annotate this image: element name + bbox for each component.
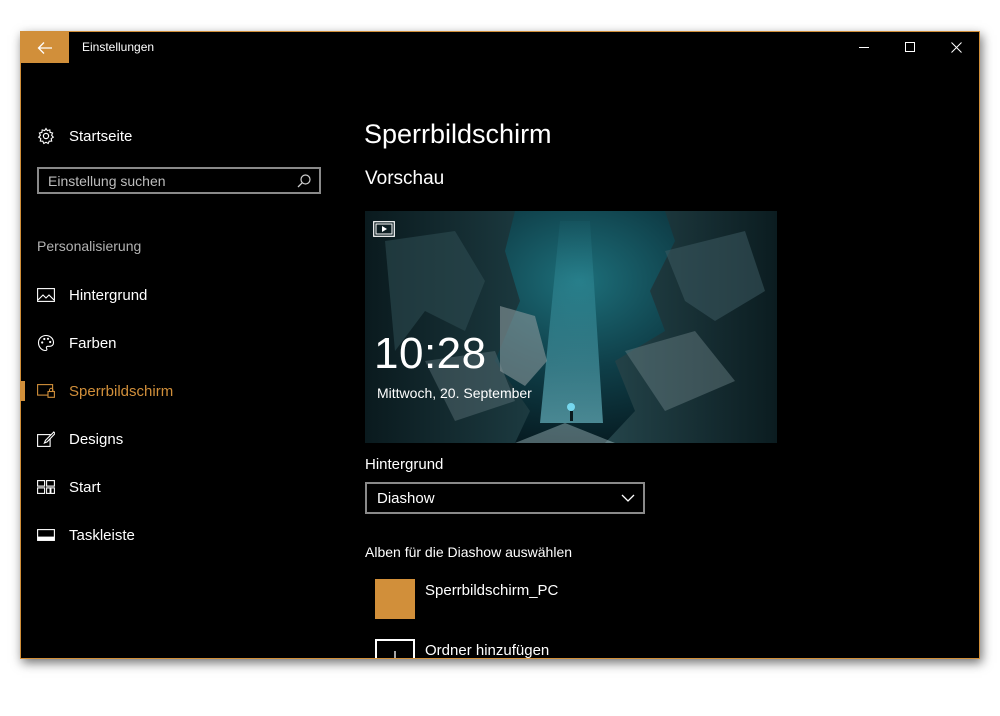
sidebar-item-designs[interactable]: Designs [21, 415, 341, 463]
album-name: Sperrbildschirm_PC [425, 582, 559, 599]
sidebar-item-label: Start [69, 478, 101, 496]
preview-heading: Vorschau [365, 168, 445, 189]
add-folder-box [375, 639, 415, 658]
search-icon[interactable] [295, 172, 313, 190]
start-tiles-icon [37, 478, 55, 496]
background-label: Hintergrund [365, 456, 444, 473]
back-button[interactable] [21, 32, 69, 63]
background-dropdown[interactable]: Diashow [365, 482, 645, 514]
search-input[interactable] [39, 168, 295, 193]
section-label-personalization: Personalisierung [37, 238, 142, 254]
sidebar-item-label: Sperrbildschirm [69, 382, 174, 400]
lockscreen-preview: 10:28 Mittwoch, 20. September [365, 211, 777, 443]
lockscreen-date: Mittwoch, 20. September [377, 385, 532, 401]
maximize-button[interactable] [887, 32, 933, 63]
album-item[interactable]: Sperrbildschirm_PC [375, 579, 558, 619]
add-folder-label: Ordner hinzufügen [425, 642, 550, 659]
close-button[interactable] [933, 32, 979, 63]
page-title: Sperrbildschirm [364, 119, 552, 149]
palette-icon [37, 334, 55, 352]
close-icon [950, 42, 962, 53]
minimize-icon [858, 47, 869, 48]
main-content: Sperrbildschirm Vorschau 10:28 Mittwoch,… [341, 63, 979, 658]
sidebar-item-label: Farben [69, 334, 117, 352]
sidebar-nav: Hintergrund Farben Sperrbildschirm Desig… [21, 271, 341, 559]
plus-icon [394, 651, 396, 658]
albums-label: Alben für die Diashow auswählen [365, 544, 573, 560]
background-dropdown-value: Diashow [377, 489, 435, 507]
search-box[interactable] [37, 167, 321, 194]
sidebar-item-lockscreen[interactable]: Sperrbildschirm [21, 367, 341, 415]
add-folder-button[interactable]: Ordner hinzufügen [375, 639, 550, 659]
maximize-icon [904, 42, 915, 52]
minimize-button[interactable] [841, 32, 887, 63]
sidebar-item-start[interactable]: Start [21, 463, 341, 511]
picture-icon [37, 286, 55, 304]
brush-icon [37, 430, 55, 448]
preview-background-image [365, 211, 777, 443]
title-bar: Einstellungen [21, 32, 979, 63]
settings-window: Einstellungen Startseite Einstellung suc… [20, 31, 980, 659]
sidebar-item-label: Designs [69, 430, 124, 448]
sidebar-item-background[interactable]: Hintergrund [21, 271, 341, 319]
sidebar-item-colors[interactable]: Farben [21, 319, 341, 367]
sidebar-item-taskbar[interactable]: Taskleiste [21, 511, 341, 559]
lockscreen-icon [37, 382, 55, 400]
lockscreen-time: 10:28 [374, 329, 487, 378]
gear-icon [37, 127, 55, 145]
sidebar-item-label: Taskleiste [69, 526, 135, 544]
chevron-down-icon [621, 493, 635, 503]
sidebar-home[interactable]: Startseite [37, 125, 132, 147]
sidebar: Startseite Personalisierung Hin [21, 63, 341, 658]
album-thumbnail [375, 579, 415, 619]
taskbar-icon [37, 526, 55, 544]
back-arrow-icon [37, 41, 52, 54]
window-title: Einstellungen [82, 40, 155, 54]
sidebar-item-label: Hintergrund [69, 286, 148, 304]
sidebar-home-label: Startseite [69, 127, 133, 145]
slideshow-icon [373, 221, 395, 237]
